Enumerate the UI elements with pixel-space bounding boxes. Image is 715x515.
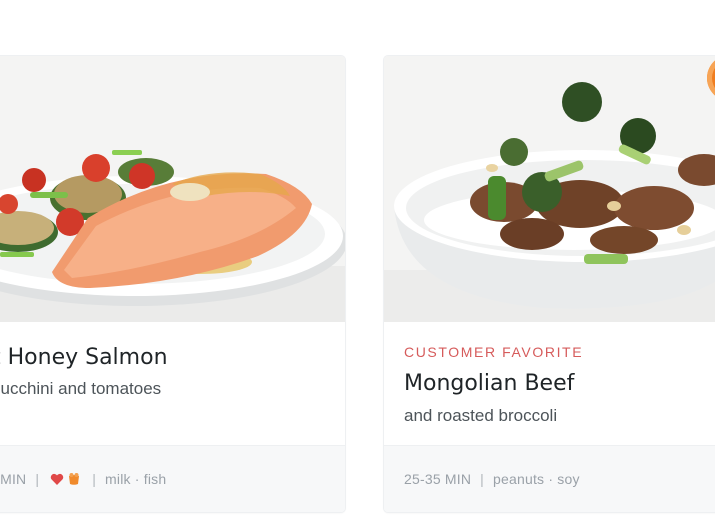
- cook-time: 25-35 MIN: [404, 471, 472, 487]
- recipe-title: t Honey Salmon: [0, 345, 168, 370]
- recipe-info: CUSTOMER FAVORITE Mongolian Beef and roa…: [384, 322, 715, 446]
- recipe-photo-mongolian-beef[interactable]: [384, 56, 715, 322]
- separator: |: [92, 471, 97, 487]
- recipe-photo-honey-salmon[interactable]: [0, 56, 345, 322]
- recipe-subtitle: and roasted broccoli: [404, 406, 558, 425]
- recipe-footer: 25-35 MIN | peanuts · soy: [384, 445, 715, 512]
- recipe-tag: CUSTOMER FAVORITE: [404, 344, 584, 360]
- recipe-subtitle: zucchini and tomatoes: [0, 379, 162, 398]
- recipe-card-honey-salmon[interactable]: t Honey Salmon zucchini and tomatoes 5 M…: [0, 56, 345, 512]
- honey-salmon-photo: [0, 56, 345, 322]
- recipe-footer: 5 MIN | | milk · fish: [0, 445, 345, 512]
- mongolian-beef-photo: [384, 56, 715, 322]
- recipe-grid: t Honey Salmon zucchini and tomatoes 5 M…: [0, 0, 715, 515]
- cook-time: 5 MIN: [0, 471, 27, 487]
- separator: |: [480, 471, 485, 487]
- allergens: milk · fish: [105, 471, 167, 487]
- recipe-info: t Honey Salmon zucchini and tomatoes: [0, 322, 345, 446]
- recipe-title: Mongolian Beef: [404, 371, 575, 396]
- recipe-card-mongolian-beef[interactable]: CUSTOMER FAVORITE Mongolian Beef and roa…: [384, 56, 715, 512]
- carrot-icon: [69, 473, 80, 485]
- separator: |: [35, 471, 40, 487]
- allergens: peanuts · soy: [493, 471, 580, 487]
- heart-icon: [50, 473, 64, 485]
- dietary-icons: [50, 472, 81, 486]
